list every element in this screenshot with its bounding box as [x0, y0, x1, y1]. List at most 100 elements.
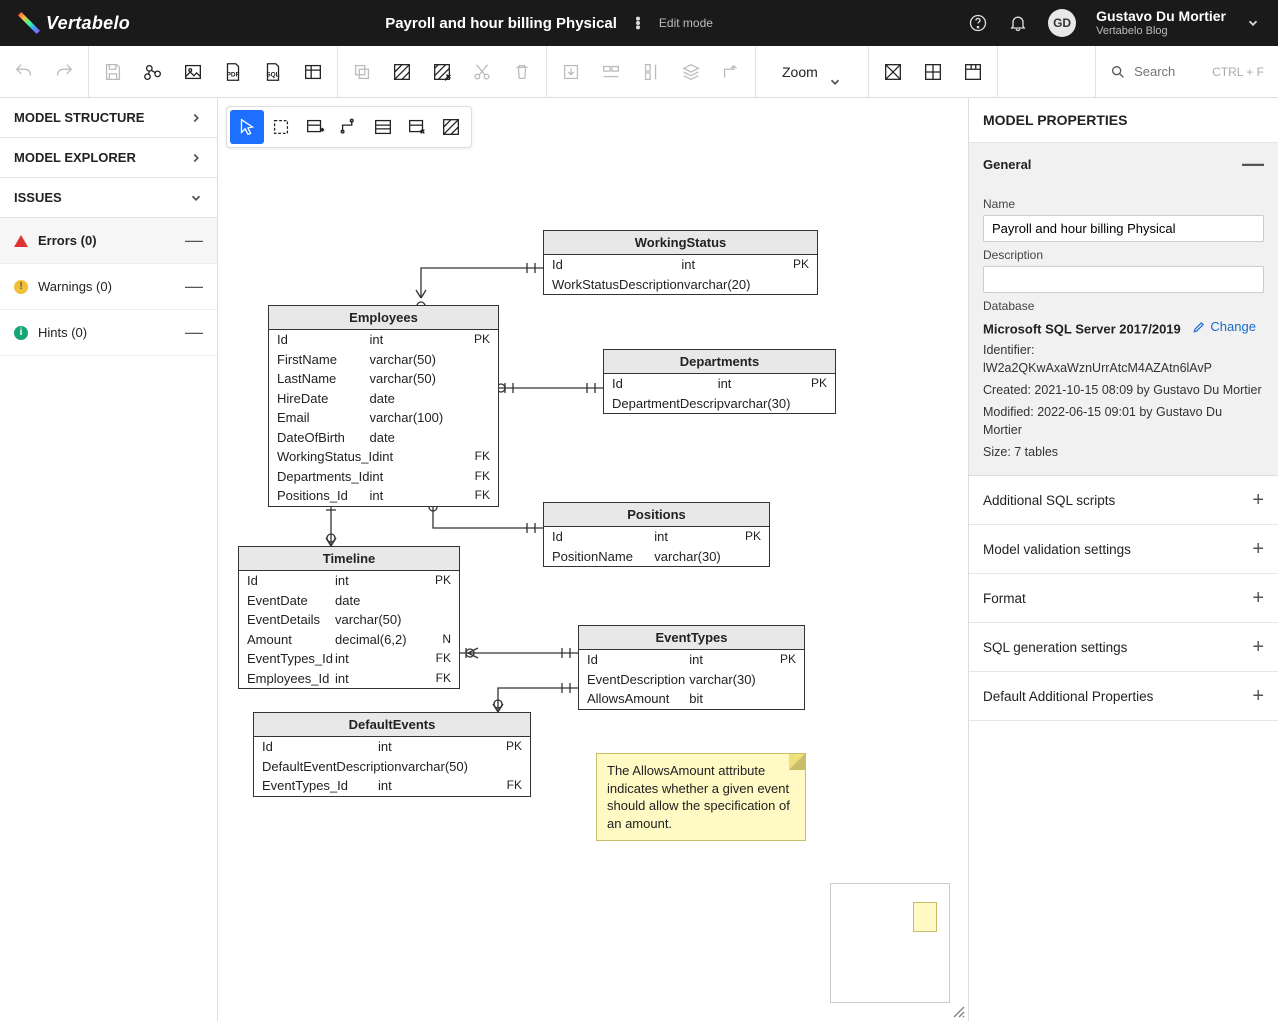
- hatch2-button[interactable]: [428, 58, 456, 86]
- table-title: Positions: [544, 503, 769, 527]
- table-column-row: Departments_IdintFK: [269, 467, 498, 487]
- table-column-row: DateOfBirthdate: [269, 428, 498, 448]
- grid2-button[interactable]: [919, 58, 947, 86]
- erd-canvas[interactable]: Employees IdintPKFirstNamevarchar(50)Las…: [218, 98, 968, 1021]
- collapse-icon: —: [185, 276, 203, 297]
- add-view-tool[interactable]: [366, 110, 400, 144]
- table-column-row: IdintPK: [254, 737, 530, 757]
- default-properties-toggle[interactable]: Default Additional Properties+: [969, 672, 1278, 721]
- minimap[interactable]: [830, 883, 950, 1003]
- share-button[interactable]: [139, 58, 167, 86]
- table-employees[interactable]: Employees IdintPKFirstNamevarchar(50)Las…: [268, 305, 499, 507]
- format-toggle[interactable]: Format+: [969, 574, 1278, 623]
- plus-icon: +: [1252, 539, 1264, 559]
- change-database-link[interactable]: Change: [1192, 319, 1256, 334]
- copy-button[interactable]: [348, 58, 376, 86]
- table-column-row: Amountdecimal(6,2)N: [239, 630, 459, 650]
- table-column-row: Positions_IdintFK: [269, 486, 498, 506]
- chevron-right-icon: [189, 151, 203, 165]
- table-title: Timeline: [239, 547, 459, 571]
- sql-generation-toggle[interactable]: SQL generation settings+: [969, 623, 1278, 672]
- chevron-right-icon: [189, 111, 203, 125]
- model-explorer-toggle[interactable]: MODEL EXPLORER: [0, 138, 217, 178]
- table-timeline[interactable]: Timeline IdintPKEventDatedateEventDetail…: [238, 546, 460, 689]
- general-section-toggle[interactable]: General —: [969, 143, 1278, 185]
- marquee-tool[interactable]: [264, 110, 298, 144]
- undo-button[interactable]: [10, 58, 38, 86]
- canvas-note[interactable]: The AllowsAmount attribute indicates whe…: [596, 753, 806, 841]
- issues-toggle[interactable]: ISSUES: [0, 178, 217, 218]
- export-pdf-button[interactable]: PDF: [219, 58, 247, 86]
- align1-button[interactable]: [557, 58, 585, 86]
- plus-icon: +: [1252, 686, 1264, 706]
- save-button[interactable]: [99, 58, 127, 86]
- table-body: IdintPKFirstNamevarchar(50)LastNamevarch…: [269, 330, 498, 506]
- description-label: Description: [983, 248, 1264, 262]
- model-structure-toggle[interactable]: MODEL STRUCTURE: [0, 98, 217, 138]
- table-title: Departments: [604, 350, 835, 374]
- table-body: IdintPKDefaultEventDescriptionvarchar(50…: [254, 737, 530, 796]
- pointer-tool[interactable]: [230, 110, 264, 144]
- export-sql-button[interactable]: SQL: [259, 58, 287, 86]
- add-relation-tool[interactable]: [332, 110, 366, 144]
- resize-handle-icon[interactable]: [952, 1005, 966, 1019]
- plus-icon: +: [1252, 490, 1264, 510]
- validation-settings-toggle[interactable]: Model validation settings+: [969, 525, 1278, 574]
- table-positions[interactable]: Positions IdintPKPositionNamevarchar(30): [543, 502, 770, 567]
- table-column-row: EventDescriptionvarchar(30): [579, 670, 804, 690]
- help-icon[interactable]: [968, 13, 988, 33]
- table-eventtypes[interactable]: EventTypes IdintPKEventDescriptionvarcha…: [578, 625, 805, 710]
- export-image-button[interactable]: [179, 58, 207, 86]
- table-workingstatus[interactable]: WorkingStatus IdintPKWorkStatusDescripti…: [543, 230, 818, 295]
- search-box[interactable]: CTRL + F: [1095, 46, 1278, 97]
- table-column-row: IdintPK: [604, 374, 835, 394]
- redo-button[interactable]: [50, 58, 78, 86]
- collapse-icon: —: [185, 322, 203, 343]
- zoom-control[interactable]: Zoom: [766, 64, 858, 80]
- user-block[interactable]: Gustavo Du Mortier Vertabelo Blog: [1096, 8, 1226, 38]
- add-note-tool[interactable]: [400, 110, 434, 144]
- export-xml-button[interactable]: [299, 58, 327, 86]
- plus-icon: +: [1252, 637, 1264, 657]
- hints-row[interactable]: i Hints (0) —: [0, 310, 217, 356]
- align-h-button[interactable]: [597, 58, 625, 86]
- brand-logo[interactable]: Vertabelo: [18, 12, 130, 34]
- grid3-button[interactable]: [959, 58, 987, 86]
- chevron-down-icon: [189, 191, 203, 205]
- table-body: IdintPKWorkStatusDescriptionvarchar(20): [544, 255, 817, 294]
- table-defaultevents[interactable]: DefaultEvents IdintPKDefaultEventDescrip…: [253, 712, 531, 797]
- hint-icon: i: [14, 326, 28, 340]
- additional-sql-toggle[interactable]: Additional SQL scripts+: [969, 476, 1278, 525]
- table-column-row: Emailvarchar(100): [269, 408, 498, 428]
- hatch1-button[interactable]: [388, 58, 416, 86]
- warnings-row[interactable]: ! Warnings (0) —: [0, 264, 217, 310]
- table-column-row: Employees_IdintFK: [239, 669, 459, 689]
- route-button[interactable]: [717, 58, 745, 86]
- database-label: Database: [983, 299, 1264, 313]
- table-column-row: AllowsAmountbit: [579, 689, 804, 709]
- search-input[interactable]: [1134, 64, 1204, 79]
- errors-row[interactable]: Errors (0) —: [0, 218, 217, 264]
- grid1-button[interactable]: [879, 58, 907, 86]
- search-icon: [1110, 64, 1126, 80]
- add-table-tool[interactable]: [298, 110, 332, 144]
- model-name-input[interactable]: [983, 215, 1264, 242]
- error-icon: [14, 235, 28, 247]
- cut-button[interactable]: [468, 58, 496, 86]
- bell-icon[interactable]: [1008, 13, 1028, 33]
- table-column-row: EventTypes_IdintFK: [239, 649, 459, 669]
- delete-button[interactable]: [508, 58, 536, 86]
- add-area-tool[interactable]: [434, 110, 468, 144]
- kebab-icon[interactable]: [631, 16, 645, 30]
- table-column-row: EventTypes_IdintFK: [254, 776, 530, 796]
- brand-name: Vertabelo: [46, 13, 130, 34]
- table-departments[interactable]: Departments IdintPKDepartmentDescripvarc…: [603, 349, 836, 414]
- model-description-input[interactable]: [983, 266, 1264, 293]
- layers-button[interactable]: [677, 58, 705, 86]
- table-column-row: FirstNamevarchar(50): [269, 350, 498, 370]
- table-column-row: DefaultEventDescriptionvarchar(50): [254, 757, 530, 777]
- user-avatar[interactable]: GD: [1048, 9, 1076, 37]
- align-v-button[interactable]: [637, 58, 665, 86]
- chevron-down-icon[interactable]: [1246, 16, 1260, 30]
- pencil-icon: [1192, 320, 1206, 334]
